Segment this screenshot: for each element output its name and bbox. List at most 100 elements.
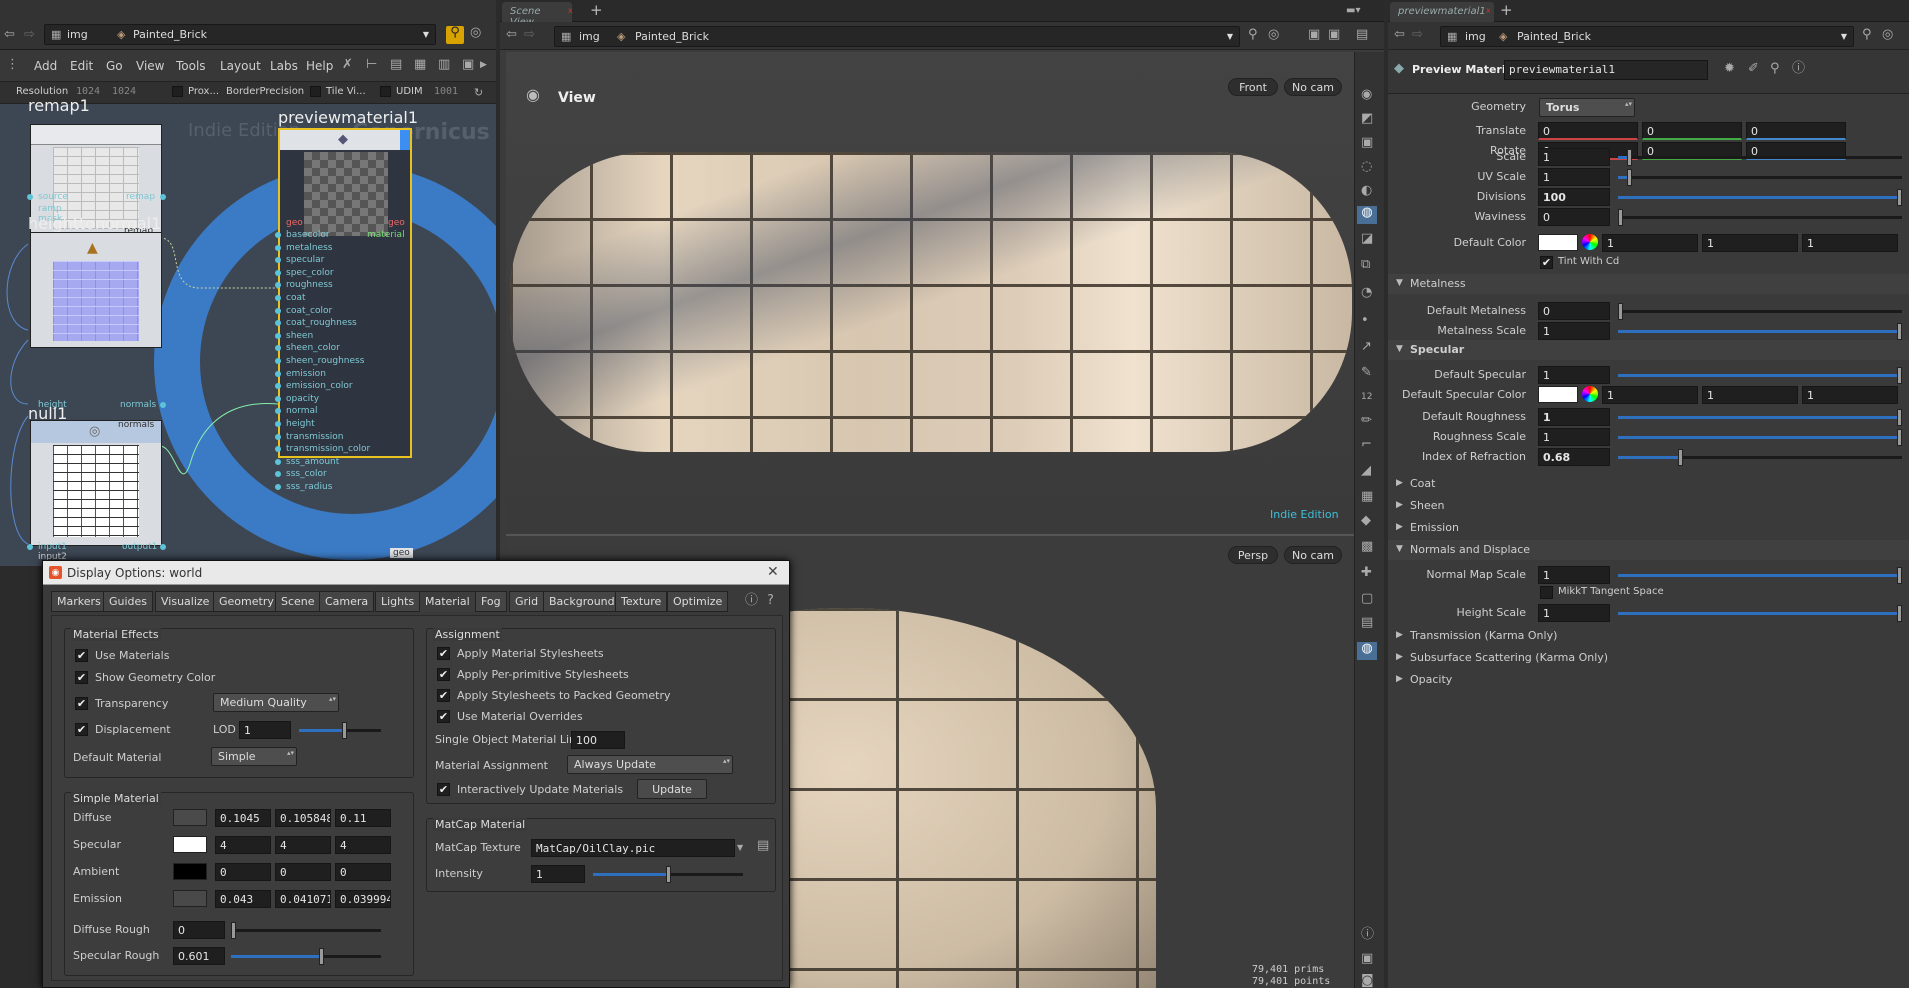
- node-name-field[interactable]: previewmaterial1: [1504, 60, 1708, 80]
- pencil-icon[interactable]: ✏: [1361, 414, 1372, 428]
- tab-previewmaterial[interactable]: previewmaterial1: [1390, 2, 1494, 22]
- preview-out-geo[interactable]: geo: [388, 218, 405, 228]
- section-metalness[interactable]: ▼ Metalness: [1388, 274, 1909, 294]
- close-icon[interactable]: ✕: [767, 565, 779, 579]
- preview-input-dot[interactable]: [275, 484, 281, 490]
- no-cam-button-bottom[interactable]: No cam: [1284, 546, 1342, 564]
- default-specular-slider[interactable]: [1618, 367, 1902, 384]
- tab-scene-view[interactable]: Scene View: [502, 2, 572, 28]
- path-dropdown-icon[interactable]: ▼: [423, 30, 429, 39]
- matcap-texture-field[interactable]: MatCap/OilClay.pic: [531, 839, 735, 857]
- params-add-tab-icon[interactable]: +: [1500, 3, 1513, 18]
- transform-icon[interactable]: ✚: [1361, 566, 1372, 580]
- height-scale-slider[interactable]: [1618, 605, 1902, 622]
- remap-in-dot[interactable]: [27, 194, 33, 200]
- refresh-icon[interactable]: ↻: [474, 86, 483, 100]
- tint-checkbox[interactable]: ✔: [1540, 256, 1553, 269]
- specular-color-wheel-icon[interactable]: [1582, 386, 1598, 402]
- apply-material-stylesheets-checkbox[interactable]: ✔: [437, 647, 450, 660]
- lightbulb-icon[interactable]: ◍: [1357, 206, 1377, 224]
- uv-scale-field[interactable]: 1: [1538, 168, 1610, 186]
- preview-out-material[interactable]: material: [367, 230, 405, 240]
- checker-icon[interactable]: ▦: [1361, 490, 1373, 504]
- res-y[interactable]: 1024: [112, 86, 136, 97]
- camera-toggle-icon[interactable]: ◪: [1361, 232, 1373, 246]
- menu-help[interactable]: Help: [306, 59, 333, 73]
- params-path-root[interactable]: img: [1465, 30, 1486, 43]
- number-icon[interactable]: 12: [1361, 390, 1372, 404]
- interactive-update-checkbox[interactable]: ✔: [437, 783, 450, 796]
- default-color-g[interactable]: 1: [1702, 234, 1798, 252]
- transparency-checkbox[interactable]: ✔: [75, 697, 88, 710]
- tab-geometry[interactable]: Geometry: [213, 591, 280, 612]
- menu-tools[interactable]: Tools: [176, 59, 206, 73]
- diamond-icon[interactable]: ◆: [1361, 514, 1371, 528]
- params-tab-close-icon[interactable]: x: [1486, 6, 1491, 15]
- specular-color-r[interactable]: 1: [1602, 386, 1698, 404]
- grid-icon[interactable]: ▦: [414, 58, 426, 72]
- section-sheen[interactable]: ▶ Sheen: [1388, 496, 1909, 516]
- tab-background[interactable]: Background: [543, 591, 621, 612]
- forward-arrow-icon[interactable]: ⇨: [24, 28, 35, 42]
- preview-input-port[interactable]: sheen_roughness: [286, 356, 364, 366]
- diffuse-color-swatch[interactable]: [173, 809, 207, 826]
- tool-dots-icon[interactable]: ⋮: [6, 58, 19, 72]
- remap-port-out[interactable]: remap: [126, 192, 155, 202]
- use-materials-checkbox[interactable]: ✔: [75, 649, 88, 662]
- section-transmission[interactable]: ▶ Transmission (Karma Only): [1388, 626, 1909, 646]
- specular-color-swatch[interactable]: [173, 836, 207, 853]
- params-path-node[interactable]: Painted_Brick: [1517, 30, 1591, 43]
- search-icon[interactable]: ⚲: [1770, 62, 1780, 76]
- displacement-checkbox[interactable]: ✔: [75, 723, 88, 736]
- preview-input-port[interactable]: sheen_color: [286, 343, 340, 353]
- dialog-titlebar[interactable]: ◉ Display Options: world ✕: [43, 561, 789, 585]
- scale-field[interactable]: 1: [1538, 148, 1610, 166]
- group-icon[interactable]: ▣: [1361, 952, 1373, 966]
- file-browse-icon[interactable]: ▤: [757, 839, 769, 853]
- lod-field[interactable]: 1: [239, 721, 291, 739]
- update-button[interactable]: Update: [637, 779, 707, 799]
- eye-icon[interactable]: ◉: [1361, 88, 1372, 102]
- roughness-scale-field[interactable]: 1: [1538, 428, 1610, 446]
- tile-checkbox[interactable]: [310, 86, 321, 97]
- preview-input-dot[interactable]: [275, 295, 281, 301]
- preview-in-geo[interactable]: geo: [286, 218, 303, 228]
- tab-texture[interactable]: Texture: [615, 591, 668, 612]
- node-null[interactable]: ◎: [30, 420, 162, 546]
- tab-scene[interactable]: Scene: [275, 591, 321, 612]
- menu-edit[interactable]: Edit: [70, 59, 93, 73]
- help-icon[interactable]: ⓘ: [1792, 62, 1805, 76]
- scene-path-dropdown-icon[interactable]: ▼: [1227, 32, 1233, 41]
- section-specular[interactable]: ▼ Specular: [1388, 340, 1909, 360]
- specular-color-g[interactable]: 1: [1702, 386, 1798, 404]
- box-icon[interactable]: ▢: [1361, 592, 1373, 606]
- shade-icon[interactable]: ◔: [1361, 286, 1372, 300]
- menu-go[interactable]: Go: [106, 59, 123, 73]
- ambient-color-swatch[interactable]: [173, 863, 207, 880]
- preview-input-dot[interactable]: [275, 244, 281, 251]
- preview-input-port[interactable]: basecolor: [286, 230, 330, 240]
- divisions-field[interactable]: 100: [1538, 188, 1610, 206]
- h2n-port-out[interactable]: normals: [120, 400, 156, 410]
- null-port-out[interactable]: output1: [122, 542, 157, 552]
- default-metalness-slider[interactable]: [1618, 303, 1902, 320]
- scene-path-bar[interactable]: ▦ img ◈ Painted_Brick ▼: [554, 26, 1240, 47]
- preview-input-dot[interactable]: [275, 269, 281, 276]
- preview-input-dot[interactable]: [275, 307, 281, 314]
- dialog-info-icon[interactable]: ⓘ: [745, 594, 758, 608]
- height-scale-field[interactable]: 1: [1538, 604, 1610, 622]
- menu-layout[interactable]: Layout: [220, 59, 261, 73]
- diffuse-value-0[interactable]: 0.1045: [215, 809, 271, 827]
- snap-icon[interactable]: ◢: [1361, 464, 1371, 478]
- preview-input-port[interactable]: metalness: [286, 243, 332, 253]
- lightbulb-active-icon[interactable]: ◍: [1357, 642, 1377, 660]
- network-canvas[interactable]: Indie Edition Copernicus remap1 source r…: [0, 96, 496, 566]
- point-icon[interactable]: •: [1361, 314, 1369, 328]
- pane-menu-icon[interactable]: ▬▾: [1346, 4, 1360, 18]
- divisions-slider[interactable]: [1618, 189, 1902, 206]
- params-path-bar[interactable]: ▦ img ◈ Painted_Brick ▼: [1440, 26, 1854, 47]
- menu-add[interactable]: Add: [34, 59, 57, 73]
- front-view-button[interactable]: Front: [1228, 78, 1278, 96]
- roughness-scale-slider[interactable]: [1618, 429, 1902, 446]
- tab-camera[interactable]: Camera: [319, 591, 375, 612]
